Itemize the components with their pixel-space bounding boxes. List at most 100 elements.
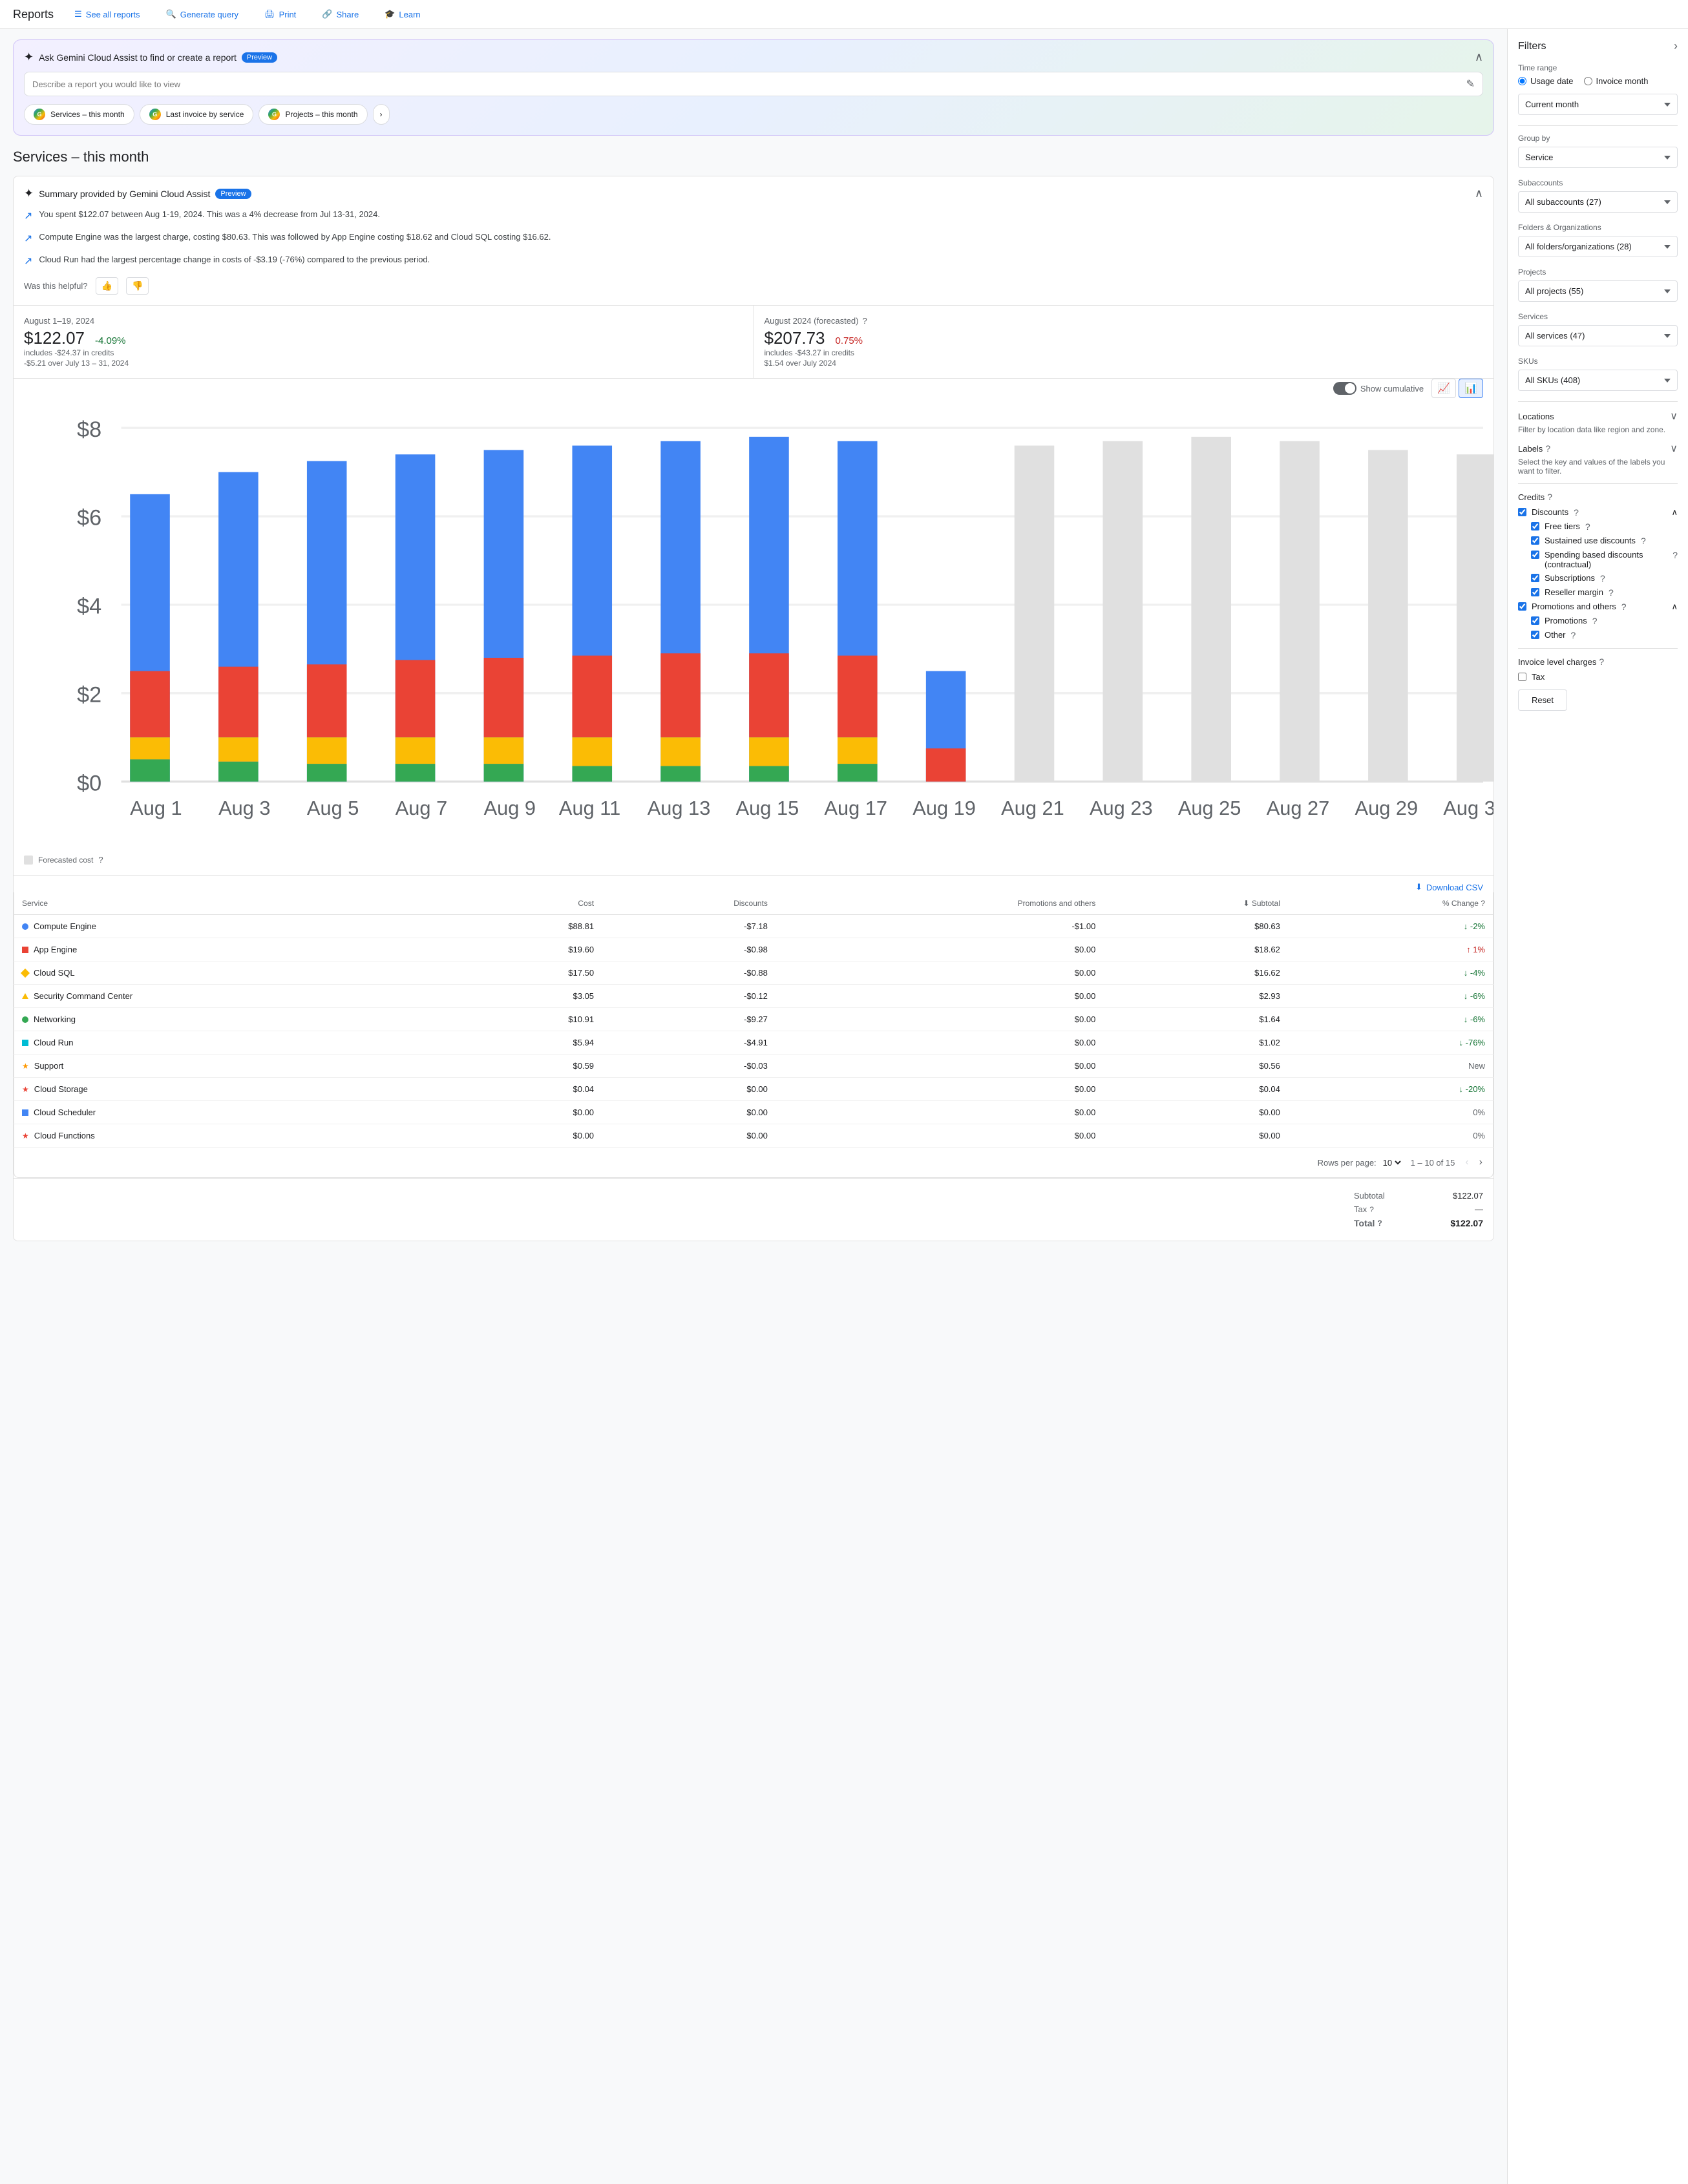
cell-change: New (1288, 1055, 1493, 1078)
discounts-checkbox[interactable] (1518, 508, 1526, 516)
metric-current-label: August 1–19, 2024 (24, 316, 743, 326)
google-cloud-icon2: G (149, 109, 161, 120)
sustained-use-checkbox[interactable] (1531, 536, 1539, 545)
discounts-collapse-icon[interactable]: ∧ (1671, 507, 1678, 518)
credits-help-icon[interactable]: ? (1547, 492, 1552, 502)
svg-text:Aug 11: Aug 11 (559, 797, 620, 819)
quick-tab-services[interactable]: G Services – this month (24, 104, 134, 125)
line-chart-button[interactable]: 📈 (1431, 379, 1456, 398)
table-row: Cloud SQL $17.50 -$0.88 $0.00 $16.62 ↓ -… (14, 961, 1493, 985)
cell-change: 0% (1288, 1124, 1493, 1148)
forecasted-legend-swatch (24, 856, 33, 865)
invoice-month-radio[interactable] (1584, 77, 1592, 85)
usage-date-radio-label[interactable]: Usage date (1518, 76, 1574, 86)
tax-row: Tax ? — (1354, 1202, 1483, 1216)
promotions-checkbox[interactable] (1518, 602, 1526, 611)
summary-collapse-icon[interactable]: ∧ (1475, 187, 1483, 200)
free-tiers-help-icon[interactable]: ? (1585, 521, 1590, 532)
other-check: Other ? (1531, 630, 1678, 640)
quick-tab-services-label: Services – this month (50, 110, 125, 119)
prev-page-button[interactable]: ‹ (1462, 1154, 1471, 1171)
group-by-select[interactable]: Service (1518, 147, 1678, 168)
table-row: Networking $10.91 -$9.27 $0.00 $1.64 ↓ -… (14, 1008, 1493, 1031)
col-subtotal: ⬇ Subtotal (1103, 892, 1288, 915)
share-link[interactable]: 🔗 Share (317, 6, 364, 22)
skus-select[interactable]: All SKUs (408) (1518, 370, 1678, 391)
svg-text:$4: $4 (77, 594, 101, 619)
share-icon: 🔗 (322, 9, 332, 19)
toggle-switch[interactable] (1333, 382, 1356, 395)
metric-forecasted: August 2024 (forecasted) ? $207.73 0.75%… (754, 306, 1494, 378)
next-page-button[interactable]: › (1477, 1154, 1485, 1171)
see-all-reports-link[interactable]: ☰ See all reports (69, 6, 145, 22)
folders-select[interactable]: All folders/organizations (28) (1518, 236, 1678, 257)
cell-cost: $3.05 (458, 985, 602, 1008)
invoice-level-label: Invoice level charges (1518, 657, 1596, 667)
learn-link[interactable]: 🎓 Learn (379, 6, 425, 22)
spending-based-checkbox[interactable] (1531, 551, 1539, 559)
free-tiers-check: Free tiers ? (1531, 521, 1678, 532)
free-tiers-checkbox[interactable] (1531, 522, 1539, 530)
cell-promotions: $0.00 (775, 1008, 1103, 1031)
quick-tab-invoice[interactable]: G Last invoice by service (140, 104, 254, 125)
services-select[interactable]: All services (47) (1518, 325, 1678, 346)
svg-text:$6: $6 (77, 506, 101, 530)
cell-change: ↓ -6% (1288, 985, 1493, 1008)
invoice-month-radio-label[interactable]: Invoice month (1584, 76, 1649, 86)
locations-label: Locations (1518, 412, 1554, 421)
spending-based-help-icon[interactable]: ? (1672, 550, 1678, 560)
total-help-icon[interactable]: ? (1377, 1219, 1382, 1228)
sustained-use-help-icon[interactable]: ? (1641, 536, 1646, 546)
subscriptions-help-icon[interactable]: ? (1600, 573, 1605, 583)
cell-service: Cloud SQL (14, 961, 458, 985)
promotions-sub-help-icon[interactable]: ? (1592, 616, 1598, 626)
subtotal-sort-icon[interactable]: ⬇ (1243, 899, 1249, 908)
chart-section: Show cumulative 📈 📊 $8 $6 $4 $2 $0 (14, 379, 1493, 876)
subaccounts-select[interactable]: All subaccounts (27) (1518, 191, 1678, 213)
promotions-collapse-icon[interactable]: ∧ (1671, 602, 1678, 612)
quick-tab-projects[interactable]: G Projects – this month (258, 104, 367, 125)
reseller-margin-help-icon[interactable]: ? (1609, 587, 1614, 598)
cell-service: Cloud Run (14, 1031, 458, 1055)
other-help-icon[interactable]: ? (1571, 630, 1576, 640)
print-link[interactable]: 🖨 Print (259, 6, 301, 22)
learn-icon: 🎓 (385, 9, 395, 19)
subscriptions-checkbox[interactable] (1531, 574, 1539, 582)
change-help-icon[interactable]: ? (1481, 899, 1485, 908)
download-csv-button[interactable]: ⬇ Download CSV (1415, 882, 1483, 892)
svg-text:Aug 9: Aug 9 (484, 797, 536, 819)
labels-help-icon[interactable]: ? (1545, 443, 1550, 454)
tax-checkbox[interactable] (1518, 673, 1526, 681)
promotions-help-icon[interactable]: ? (1621, 602, 1627, 612)
metric-current-sub: includes -$24.37 in credits (24, 348, 743, 357)
forecasted-help-icon[interactable]: ? (862, 316, 867, 326)
metric-forecasted-change-sub: $1.54 over July 2024 (765, 359, 1484, 368)
current-month-select[interactable]: Current month (1518, 94, 1678, 115)
promotions-sub-checkbox[interactable] (1531, 616, 1539, 625)
quick-tab-next[interactable]: › (373, 104, 390, 125)
projects-select[interactable]: All projects (55) (1518, 280, 1678, 302)
tax-value: — (1475, 1204, 1483, 1214)
forecasted-help-icon2[interactable]: ? (98, 855, 103, 865)
labels-header[interactable]: Labels ? ∨ (1518, 442, 1678, 455)
reset-button[interactable]: Reset (1518, 689, 1567, 711)
discounts-help-icon[interactable]: ? (1574, 507, 1579, 518)
generate-query-link[interactable]: 🔍 Generate query (161, 6, 244, 22)
usage-date-radio[interactable] (1518, 77, 1526, 85)
invoice-level-help-icon[interactable]: ? (1599, 656, 1604, 667)
rows-per-page-select[interactable]: 10 25 50 (1380, 1157, 1403, 1168)
filters-expand-icon[interactable]: › (1674, 39, 1678, 53)
other-checkbox[interactable] (1531, 631, 1539, 639)
metric-current: August 1–19, 2024 $122.07 -4.09% include… (14, 306, 754, 378)
gemini-text-input[interactable] (32, 79, 1466, 89)
show-cumulative-toggle[interactable]: Show cumulative (1333, 382, 1424, 395)
tax-help-icon[interactable]: ? (1369, 1205, 1374, 1214)
bar-chart-button[interactable]: 📊 (1459, 379, 1483, 398)
thumbs-up-button[interactable]: 👍 (96, 277, 118, 295)
locations-header[interactable]: Locations ∨ (1518, 410, 1678, 423)
collapse-icon[interactable]: ∧ (1475, 50, 1483, 64)
reseller-margin-checkbox[interactable] (1531, 588, 1539, 596)
cell-service: App Engine (14, 938, 458, 961)
cell-subtotal: $0.04 (1103, 1078, 1288, 1101)
thumbs-down-button[interactable]: 👎 (126, 277, 149, 295)
